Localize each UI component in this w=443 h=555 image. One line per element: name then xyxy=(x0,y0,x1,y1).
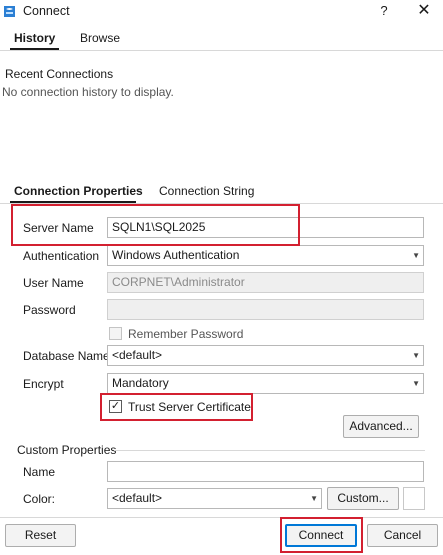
chevron-down-icon: ▼ xyxy=(412,251,420,260)
custom-properties-heading: Custom Properties xyxy=(17,443,117,457)
encrypt-value: Mandatory xyxy=(112,376,169,390)
tab-history[interactable]: History xyxy=(14,31,55,45)
custom-name-input[interactable] xyxy=(107,461,424,482)
recent-connections-heading: Recent Connections xyxy=(5,67,114,81)
chevron-down-icon: ▼ xyxy=(412,379,420,388)
no-history-text: No connection history to display. xyxy=(2,85,174,99)
remember-password-checkbox[interactable] xyxy=(109,327,122,340)
help-icon[interactable]: ? xyxy=(376,2,392,22)
color-value: <default> xyxy=(112,491,163,505)
user-name-input[interactable]: CORPNET\Administrator xyxy=(107,272,424,293)
reset-button[interactable]: Reset xyxy=(5,524,76,547)
encrypt-select[interactable]: Mandatory ▼ xyxy=(107,373,424,394)
chevron-down-icon: ▼ xyxy=(412,351,420,360)
custom-name-label: Name xyxy=(23,465,56,479)
remember-password-label: Remember Password xyxy=(128,327,244,341)
custom-properties-divider xyxy=(114,450,425,451)
database-name-label: Database Name xyxy=(23,349,110,363)
chevron-down-icon: ▼ xyxy=(310,494,318,503)
tab-connection-properties[interactable]: Connection Properties xyxy=(14,184,143,198)
password-input[interactable] xyxy=(107,299,424,320)
props-tabs-divider xyxy=(0,203,443,204)
cancel-button[interactable]: Cancel xyxy=(367,524,438,547)
app-icon xyxy=(4,6,15,17)
advanced-button[interactable]: Advanced... xyxy=(343,415,419,438)
connect-button[interactable]: Connect xyxy=(285,524,357,547)
close-icon[interactable]: ✕ xyxy=(414,2,434,22)
database-name-value: <default> xyxy=(112,348,163,362)
tab-browse[interactable]: Browse xyxy=(80,31,120,45)
authentication-label: Authentication xyxy=(23,249,100,263)
authentication-select[interactable]: Windows Authentication ▼ xyxy=(107,245,424,266)
database-name-select[interactable]: <default> ▼ xyxy=(107,345,424,366)
color-select[interactable]: <default> ▼ xyxy=(107,488,322,509)
tabs-divider xyxy=(0,50,443,51)
server-name-input[interactable]: SQLN1\SQL2025 xyxy=(107,217,424,238)
window-title: Connect xyxy=(23,4,70,18)
color-swatch[interactable] xyxy=(403,487,425,510)
footer-divider xyxy=(0,517,443,518)
server-name-label: Server Name xyxy=(23,221,94,235)
trust-server-certificate-checkbox[interactable]: ✓ xyxy=(109,400,122,413)
authentication-value: Windows Authentication xyxy=(112,248,240,262)
title-bar: Connect ? ✕ xyxy=(0,0,443,24)
user-name-label: User Name xyxy=(23,276,84,290)
encrypt-label: Encrypt xyxy=(23,377,64,391)
color-label: Color: xyxy=(23,492,56,506)
trust-server-certificate-label: Trust Server Certificate xyxy=(128,400,251,414)
custom-color-button[interactable]: Custom... xyxy=(327,487,399,510)
tab-connection-string[interactable]: Connection String xyxy=(159,184,254,198)
password-label: Password xyxy=(23,303,76,317)
